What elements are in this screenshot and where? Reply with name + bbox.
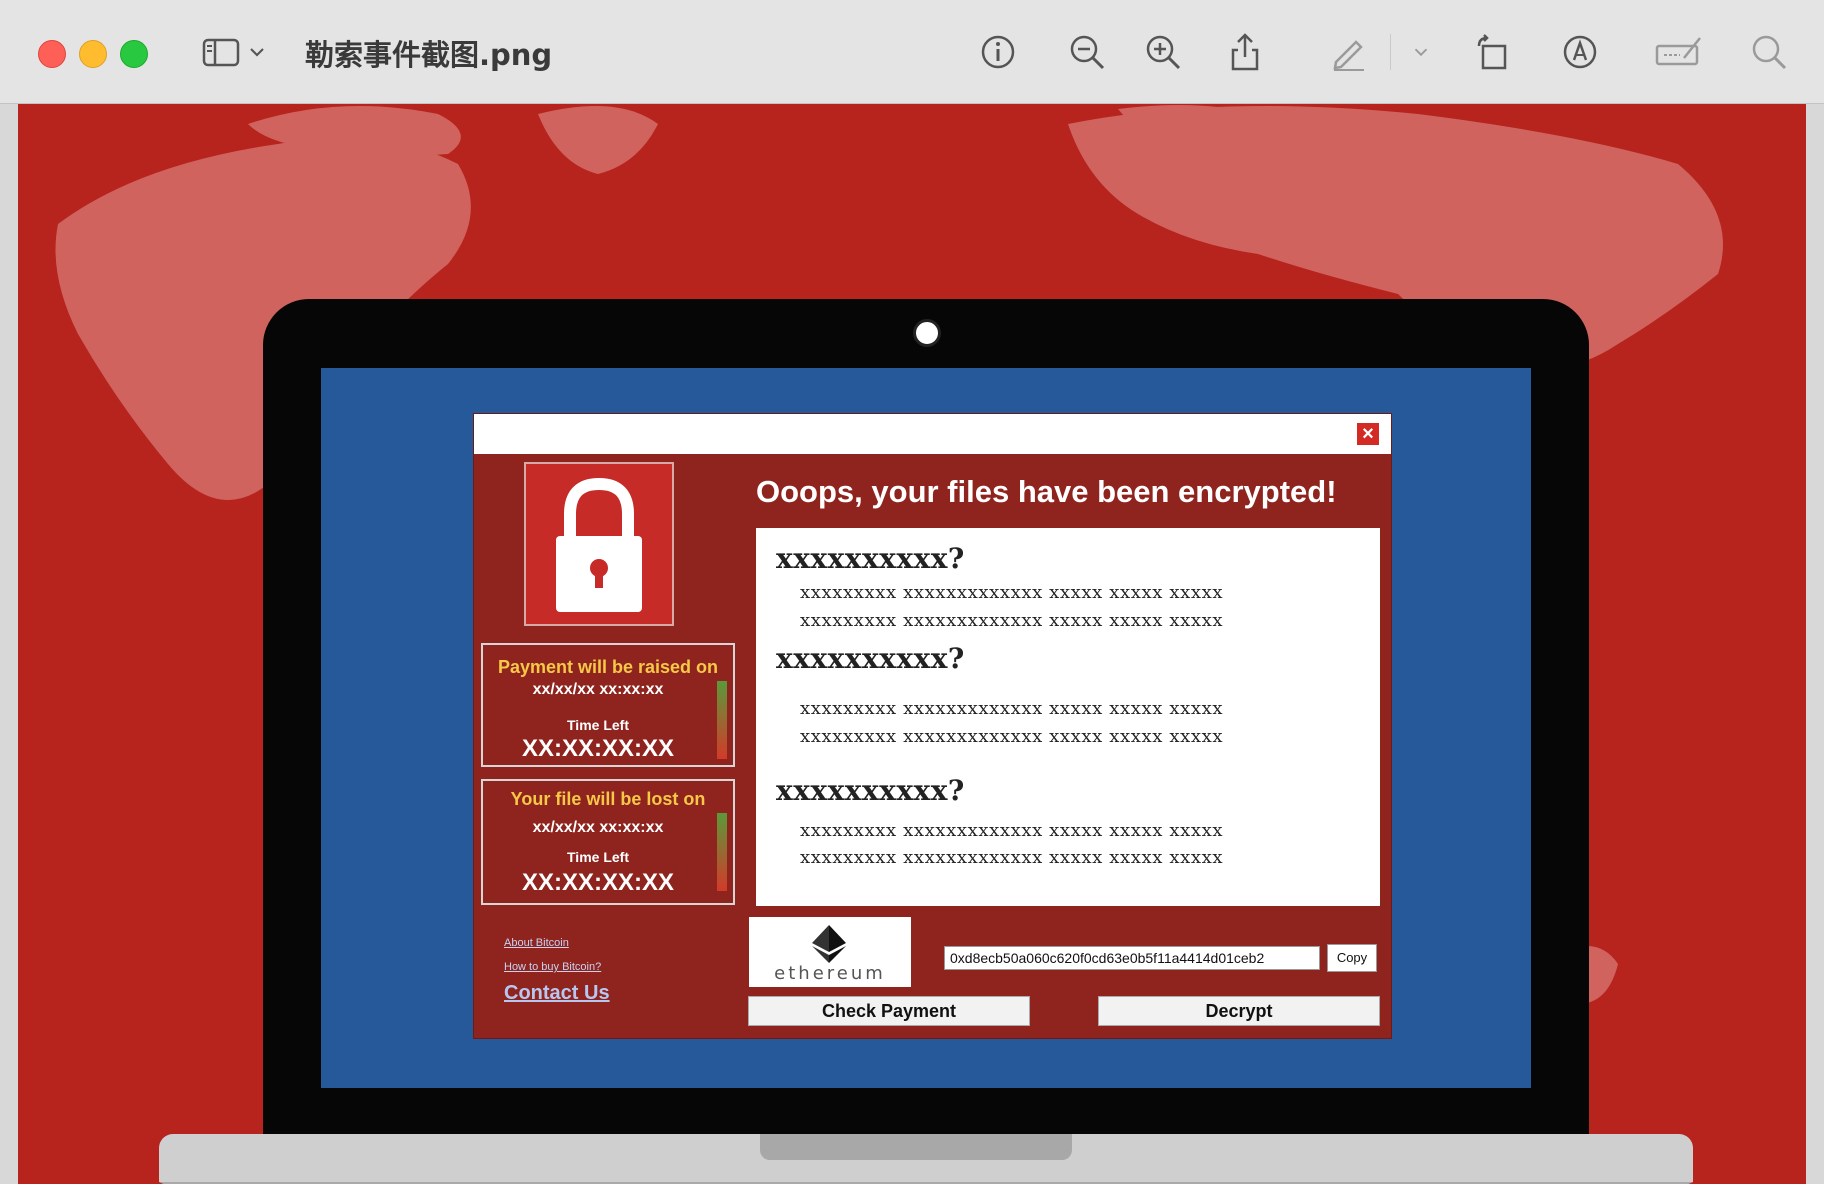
section-question: xxxxxxxxxx?: [776, 642, 965, 675]
wallet-address-field[interactable]: 0xd8ecb50a060c620f0cd63e0b5f11a4414d01ce…: [944, 946, 1320, 970]
markup-icon[interactable]: [1555, 27, 1605, 77]
lock-icon-panel: [524, 462, 674, 626]
section-line: xxxxxxxxx xxxxxxxxxxxxx xxxxx xxxxx xxxx…: [800, 726, 1224, 747]
toolbar-separator: [1390, 34, 1391, 70]
about-bitcoin-link[interactable]: About Bitcoin: [504, 937, 569, 949]
decrypt-button[interactable]: Decrypt: [1098, 996, 1380, 1026]
search-icon[interactable]: [1744, 27, 1794, 77]
ransom-text-panel: xxxxxxxxxx? xxxxxxxxx xxxxxxxxxxxxx xxxx…: [756, 528, 1380, 906]
ethereum-wordmark: ethereum: [774, 963, 886, 984]
section-line: xxxxxxxxx xxxxxxxxxxxxx xxxxx xxxxx xxxx…: [800, 847, 1224, 868]
time-left-label: Time Left: [567, 849, 629, 865]
info-icon[interactable]: [973, 27, 1023, 77]
section-line: xxxxxxxxx xxxxxxxxxxxxx xxxxx xxxxx xxxx…: [800, 698, 1224, 719]
lock-icon: [556, 477, 642, 612]
contact-us-link[interactable]: Contact Us: [504, 982, 610, 1005]
countdown: XX:XX:XX:XX: [521, 869, 675, 896]
section-question: xxxxxxxxxx?: [776, 542, 965, 575]
how-to-buy-bitcoin-link[interactable]: How to buy Bitcoin?: [504, 961, 601, 973]
zoom-in-icon[interactable]: [1138, 27, 1188, 77]
minimize-window-button[interactable]: [79, 40, 107, 68]
countdown: XX:XX:XX:XX: [521, 735, 675, 762]
close-icon[interactable]: ×: [1357, 423, 1379, 445]
pencil-icon[interactable]: [1323, 27, 1373, 77]
timer-date: xx/xx/xx xx:xx:xx: [532, 681, 664, 698]
section-line: xxxxxxxxx xxxxxxxxxxxxx xxxxx xxxxx xxxx…: [800, 582, 1224, 603]
rotate-icon[interactable]: [1468, 27, 1518, 77]
image-canvas: × Ooops, your files have been encrypted!…: [18, 104, 1806, 1184]
sidebar-icon[interactable]: [196, 27, 246, 77]
file-lost-timer: Your file will be lost on xx/xx/xx xx:xx…: [481, 779, 735, 905]
payment-raise-timer: Payment will be raised on xx/xx/xx xx:xx…: [481, 643, 735, 767]
document-title: 勒索事件截图.png: [305, 38, 553, 72]
timer-progress-bar: [717, 681, 727, 759]
ransom-dialog: × Ooops, your files have been encrypted!…: [473, 413, 1392, 1039]
webcam: [913, 319, 941, 347]
time-left-label: Time Left: [567, 717, 629, 733]
window-toolbar: 勒索事件截图.png: [0, 0, 1824, 104]
laptop-notch: [760, 1134, 1072, 1160]
ethereum-logo: ethereum: [749, 917, 911, 987]
chevron-down-icon[interactable]: [242, 27, 272, 77]
signature-icon[interactable]: [1650, 27, 1706, 77]
section-line: xxxxxxxxx xxxxxxxxxxxxx xxxxx xxxxx xxxx…: [800, 820, 1224, 841]
close-window-button[interactable]: [38, 40, 66, 68]
section-line: xxxxxxxxx xxxxxxxxxxxxx xxxxx xxxxx xxxx…: [800, 610, 1224, 631]
ethereum-icon: [812, 925, 846, 963]
zoom-out-icon[interactable]: [1062, 27, 1112, 77]
share-icon[interactable]: [1220, 27, 1270, 77]
timer-progress-bar: [717, 813, 727, 891]
zoom-window-button[interactable]: [120, 40, 148, 68]
ransom-headline: Ooops, your files have been encrypted!: [756, 474, 1337, 509]
timer-date: xx/xx/xx xx:xx:xx: [532, 819, 664, 836]
timer-label: Your file will be lost on: [510, 789, 706, 809]
section-question: xxxxxxxxxx?: [776, 774, 965, 807]
chevron-down-icon[interactable]: [1406, 27, 1436, 77]
timer-label: Payment will be raised on: [497, 657, 719, 677]
dialog-titlebar: ×: [474, 414, 1391, 454]
copy-button[interactable]: Copy: [1327, 944, 1377, 972]
check-payment-button[interactable]: Check Payment: [748, 996, 1030, 1026]
